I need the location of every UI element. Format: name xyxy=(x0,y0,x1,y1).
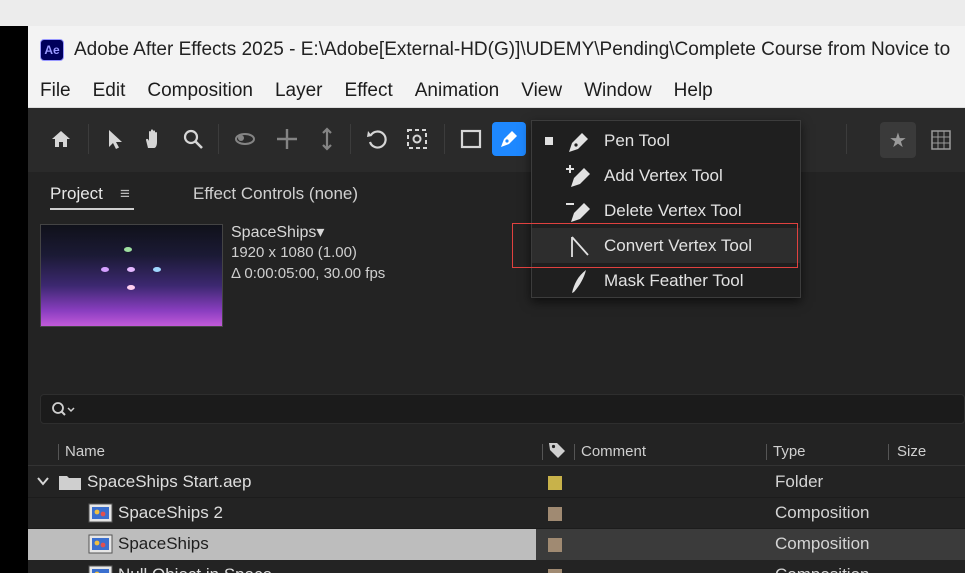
toolbar-separator xyxy=(846,124,847,154)
column-header-comment[interactable]: Comment xyxy=(581,443,646,460)
tab-project[interactable]: Project xyxy=(50,184,103,204)
screen-top-strip xyxy=(0,0,965,26)
table-row-selected[interactable]: SpaceShips Composition xyxy=(28,529,965,560)
tab-effect-controls[interactable]: Effect Controls (none) xyxy=(193,184,358,204)
column-divider xyxy=(574,444,575,460)
screen-left-edge xyxy=(0,26,28,573)
label-color-swatch[interactable] xyxy=(548,569,562,573)
menu-item-label: Add Vertex Tool xyxy=(604,166,723,185)
app-logo-icon: Ae xyxy=(40,39,64,61)
row-name: SpaceShips xyxy=(118,534,209,553)
column-header-type[interactable]: Type xyxy=(773,443,806,460)
panel-tabs: Project ≡ Effect Controls (none) xyxy=(28,172,965,212)
column-header-size[interactable]: Size xyxy=(897,443,926,460)
row-selection-extension xyxy=(536,529,965,560)
chevron-down-icon[interactable] xyxy=(36,474,50,493)
row-type: Composition xyxy=(775,503,870,522)
menu-window[interactable]: Window xyxy=(584,80,652,102)
column-header-name[interactable]: Name xyxy=(65,443,105,460)
anchor-point-icon[interactable] xyxy=(400,122,434,156)
row-name: SpaceShips 2 xyxy=(118,503,223,522)
composition-name: SpaceShips▾ xyxy=(231,224,325,241)
menu-composition[interactable]: Composition xyxy=(147,80,253,102)
after-effects-window: Ae Adobe After Effects 2025 - E:\Adobe[E… xyxy=(28,26,965,573)
column-divider xyxy=(542,444,543,460)
menu-edit[interactable]: Edit xyxy=(93,80,126,102)
search-icon xyxy=(51,401,77,422)
pen-tool-flyout-menu: Pen Tool Add Vertex Tool Delete Vertex T… xyxy=(531,120,801,298)
composition-icon xyxy=(88,533,114,560)
composition-thumbnail xyxy=(40,224,223,327)
table-row[interactable]: Null Object in Space Composition xyxy=(28,560,965,573)
window-title: Adobe After Effects 2025 - E:\Adobe[Exte… xyxy=(74,39,951,60)
orbit-camera-icon[interactable] xyxy=(228,122,262,156)
menu-file[interactable]: File xyxy=(40,80,71,102)
project-search-input[interactable] xyxy=(40,394,965,424)
hand-tool-icon[interactable] xyxy=(136,122,170,156)
ship-icon xyxy=(153,267,161,272)
rotation-tool-icon[interactable] xyxy=(360,122,394,156)
panel-menu-icon[interactable]: ≡ xyxy=(120,184,130,204)
pen-icon xyxy=(564,128,594,154)
row-type: Composition xyxy=(775,534,870,553)
active-tab-underline xyxy=(50,208,134,210)
menu-item-pen-tool[interactable]: Pen Tool xyxy=(532,123,800,158)
ship-icon xyxy=(127,285,135,290)
folder-icon xyxy=(58,473,82,496)
composition-resolution: 1920 x 1080 (1.00) xyxy=(231,244,357,261)
row-name: SpaceShips Start.aep xyxy=(87,472,252,491)
toolbar-separator xyxy=(218,124,219,154)
ship-icon xyxy=(124,247,132,252)
menu-item-mask-feather-tool[interactable]: Mask Feather Tool xyxy=(532,263,800,298)
ship-icon xyxy=(101,267,109,272)
dolly-camera-icon[interactable] xyxy=(310,122,344,156)
ship-icon xyxy=(127,267,135,272)
zoom-tool-icon[interactable] xyxy=(176,122,210,156)
composition-icon xyxy=(88,502,114,529)
toolbar-separator xyxy=(88,124,89,154)
project-table-header: Name Comment Type Size xyxy=(28,436,965,466)
menu-item-label: Mask Feather Tool xyxy=(604,271,744,290)
label-color-swatch[interactable] xyxy=(548,538,562,552)
label-color-swatch[interactable] xyxy=(548,507,562,521)
chevron-down-icon[interactable]: ▾ xyxy=(316,224,324,241)
toolbar-separator xyxy=(444,124,445,154)
shape-tool-icon[interactable] xyxy=(454,122,488,156)
red-highlight-annotation xyxy=(512,223,798,268)
row-type: Composition xyxy=(775,565,870,573)
column-divider xyxy=(58,444,59,460)
column-divider xyxy=(888,444,889,460)
pen-tool-icon[interactable] xyxy=(492,122,526,156)
star-icon[interactable]: ★ xyxy=(880,122,916,158)
menu-item-add-vertex-tool[interactable]: Add Vertex Tool xyxy=(532,158,800,193)
menu-animation[interactable]: Animation xyxy=(415,80,500,102)
menu-help[interactable]: Help xyxy=(674,80,713,102)
mask-feather-icon xyxy=(564,268,594,294)
tools-toolbar: ★ xyxy=(28,108,965,172)
toolbar-separator xyxy=(350,124,351,154)
grid-icon[interactable] xyxy=(926,122,956,158)
tag-icon[interactable] xyxy=(548,441,566,463)
home-icon[interactable] xyxy=(44,122,78,156)
table-row[interactable]: SpaceShips Start.aep Folder xyxy=(28,467,965,498)
row-name: Null Object in Space xyxy=(118,565,272,573)
label-color-swatch[interactable] xyxy=(548,476,562,490)
menu-item-label: Pen Tool xyxy=(604,131,670,150)
pan-camera-icon[interactable] xyxy=(270,122,304,156)
delete-vertex-icon xyxy=(564,198,594,224)
column-divider xyxy=(766,444,767,460)
selection-tool-icon[interactable] xyxy=(98,122,132,156)
composition-duration: Δ 0:00:05:00, 30.00 fps xyxy=(231,265,386,282)
composition-icon xyxy=(88,564,114,573)
menu-bar: File Edit Composition Layer Effect Anima… xyxy=(28,74,965,108)
title-bar: Ae Adobe After Effects 2025 - E:\Adobe[E… xyxy=(28,26,965,74)
menu-effect[interactable]: Effect xyxy=(345,80,393,102)
menu-item-label: Delete Vertex Tool xyxy=(604,201,742,220)
row-type: Folder xyxy=(775,472,824,491)
add-vertex-icon xyxy=(564,163,594,189)
table-row[interactable]: SpaceShips 2 Composition xyxy=(28,498,965,529)
selected-bullet-icon xyxy=(545,137,553,145)
menu-layer[interactable]: Layer xyxy=(275,80,323,102)
menu-view[interactable]: View xyxy=(521,80,562,102)
